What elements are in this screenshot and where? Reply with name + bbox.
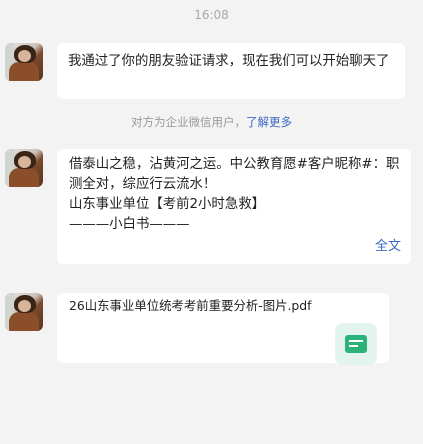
message-row: 26山东事业单位统考考前重要分析-图片.pdf [5,293,389,365]
file-icon [345,335,367,353]
message-text: 我通过了你的朋友验证请求，现在我们可以开始聊天了 [68,54,390,69]
file-message-card[interactable]: 26山东事业单位统考考前重要分析-图片.pdf [57,293,389,365]
expand-full-text-link[interactable]: 全文 [69,237,401,257]
enterprise-notice: 对方为企业微信用户，了解更多 [0,114,423,130]
message-bubble[interactable]: 借泰山之稳，沾黄河之运。中公教育愿#客户昵称#：职测全对，综应行云流水！ 山东事… [57,149,411,264]
message-timestamp: 16:08 [194,8,229,22]
file-icon-wrap [335,323,377,365]
message-text: 借泰山之稳，沾黄河之运。中公教育愿#客户昵称#：职测全对，综应行云流水！ 山东事… [69,157,400,232]
avatar[interactable] [5,149,43,187]
learn-more-link[interactable]: 了解更多 [246,115,292,129]
avatar[interactable] [5,293,43,331]
message-row: 我通过了你的朋友验证请求，现在我们可以开始聊天了 [5,43,405,99]
message-row: 借泰山之稳，沾黄河之运。中公教育愿#客户昵称#：职测全对，综应行云流水！ 山东事… [5,149,411,264]
file-name: 26山东事业单位统考考前重要分析-图片.pdf [69,298,312,313]
notice-text: 对方为企业微信用户， [131,115,246,129]
message-bubble[interactable]: 我通过了你的朋友验证请求，现在我们可以开始聊天了 [57,43,405,99]
avatar[interactable] [5,43,43,81]
